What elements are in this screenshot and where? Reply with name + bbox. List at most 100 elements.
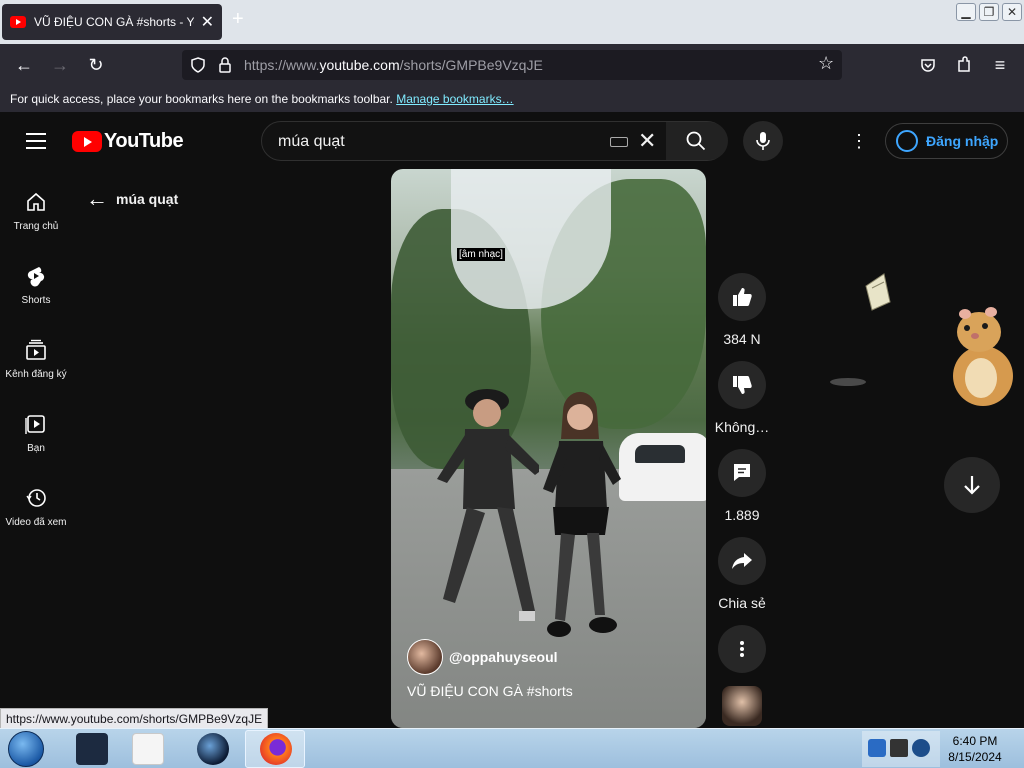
voice-search-button[interactable] xyxy=(743,121,783,161)
guide-menu-icon[interactable] xyxy=(26,133,46,149)
video-frame-dancer xyxy=(437,389,539,621)
screen: VŨ ĐIỆU CON GÀ #shorts - YouTube ✕ + ▁ ❐… xyxy=(0,0,1024,768)
channel-avatar[interactable] xyxy=(407,639,443,675)
rail-item-subscriptions[interactable]: Kênh đăng ký xyxy=(0,318,72,388)
url-text[interactable]: https://www.youtube.com/shorts/GMPBe9Vzq… xyxy=(244,57,543,73)
channel-row[interactable]: @oppahuyseoul xyxy=(407,639,558,675)
you-icon xyxy=(25,415,45,434)
bookmark-star-icon[interactable]: ☆ xyxy=(818,53,834,74)
clear-search-icon[interactable]: ✕ xyxy=(638,128,656,154)
minimize-icon[interactable]: ▁ xyxy=(956,3,976,21)
address-bar[interactable]: https://www.youtube.com/shorts/GMPBe9Vzq… xyxy=(182,50,842,80)
share-label: Chia sẻ xyxy=(718,595,766,611)
more-circle[interactable] xyxy=(718,625,766,673)
tablet-app-icon[interactable] xyxy=(76,733,108,765)
windows-taskbar: 6:40 PM 8/15/2024 xyxy=(0,728,1024,768)
rail-label: Trang chủ xyxy=(13,221,59,232)
signin-button[interactable]: Đăng nhập xyxy=(885,123,1008,159)
back-to-search[interactable]: ← múa quạt xyxy=(86,186,178,212)
share-icon xyxy=(732,553,752,569)
bookmarks-hint: For quick access, place your bookmarks h… xyxy=(10,92,393,106)
search-box[interactable]: múa quạt ✕ xyxy=(261,121,728,161)
channel-name[interactable]: @oppahuyseoul xyxy=(449,649,558,665)
back-arrow-icon[interactable]: ← xyxy=(13,54,35,76)
like-count: 384 N xyxy=(723,331,761,347)
gadget-shadow xyxy=(830,378,866,386)
rail-item-history[interactable]: Video đã xem xyxy=(0,466,72,536)
forward-arrow-icon[interactable]: → xyxy=(49,54,71,76)
comments-circle[interactable] xyxy=(718,449,766,497)
lock-icon[interactable] xyxy=(218,57,232,73)
video-title[interactable]: VŨ ĐIỆU CON GÀ #shorts xyxy=(407,683,573,699)
search-button[interactable] xyxy=(666,122,728,160)
tray-app-icon[interactable] xyxy=(868,739,886,757)
media-player-icon[interactable] xyxy=(132,733,164,765)
comment-count: 1.889 xyxy=(724,507,760,523)
dislike-button[interactable]: Không… xyxy=(715,361,769,435)
account-icon xyxy=(896,130,918,152)
history-icon xyxy=(26,489,46,507)
shorts-video-player[interactable]: [âm nhạc] @oppahuyseoul VŨ ĐIỆU CON GÀ #… xyxy=(391,169,706,728)
share-circle[interactable] xyxy=(718,537,766,585)
video-frame-dancer xyxy=(543,391,621,637)
share-button[interactable]: Chia sẻ xyxy=(718,537,766,611)
rail-item-you[interactable]: Bạn xyxy=(0,392,72,462)
globe-app-icon[interactable] xyxy=(197,733,229,765)
subscriptions-icon xyxy=(26,339,46,360)
rail-label: Kênh đăng ký xyxy=(5,369,67,380)
next-short-button[interactable] xyxy=(944,457,1000,513)
restore-icon[interactable]: ❐ xyxy=(979,3,999,21)
rail-label: Bạn xyxy=(27,443,45,454)
extensions-icon[interactable] xyxy=(956,56,972,74)
search-icon xyxy=(686,131,706,151)
shield-icon[interactable] xyxy=(190,57,206,73)
reload-icon[interactable]: ↻ xyxy=(85,54,107,76)
tray-network-icon[interactable] xyxy=(912,739,930,757)
more-vert-icon xyxy=(740,641,744,657)
shorts-icon xyxy=(27,267,45,287)
dislike-circle[interactable] xyxy=(718,361,766,409)
close-tab-icon[interactable]: ✕ xyxy=(201,12,214,32)
microphone-icon xyxy=(756,132,770,150)
dislike-label: Không… xyxy=(714,419,770,435)
rail-item-home[interactable]: Trang chủ xyxy=(0,170,72,240)
firefox-icon xyxy=(260,733,292,765)
clock-time: 6:40 PM xyxy=(952,734,998,748)
thumbs-up-icon xyxy=(733,288,752,306)
rail-item-shorts[interactable]: Shorts xyxy=(0,244,72,314)
sound-thumbnail[interactable] xyxy=(722,686,762,726)
keyboard-icon[interactable] xyxy=(610,137,628,147)
arrow-down-icon xyxy=(964,476,980,495)
link-status-bar: https://www.youtube.com/shorts/GMPBe9Vzq… xyxy=(0,708,269,730)
tab-title: VŨ ĐIỆU CON GÀ #shorts - YouTube xyxy=(34,15,194,29)
comments-button[interactable]: 1.889 xyxy=(718,449,766,523)
rail-label: Video đã xem xyxy=(5,517,67,528)
pocket-icon[interactable] xyxy=(920,57,936,73)
back-arrow-icon[interactable]: ← xyxy=(86,186,108,212)
like-circle[interactable] xyxy=(718,273,766,321)
youtube-logo[interactable]: YouTube xyxy=(72,130,184,153)
search-input[interactable]: múa quạt xyxy=(278,133,345,151)
close-window-icon[interactable]: ✕ xyxy=(1002,3,1022,21)
new-tab-button[interactable]: + xyxy=(232,8,244,31)
like-button[interactable]: 384 N xyxy=(718,273,766,347)
more-actions-button[interactable] xyxy=(718,625,766,673)
hamster-pet-icon xyxy=(953,307,1013,406)
browser-tab[interactable]: VŨ ĐIỆU CON GÀ #shorts - YouTube ✕ xyxy=(2,4,222,40)
start-button[interactable] xyxy=(8,731,44,767)
video-frame-car xyxy=(619,433,706,501)
menu-icon[interactable]: ≡ xyxy=(989,54,1011,76)
browser-tab-strip: VŨ ĐIỆU CON GÀ #shorts - YouTube ✕ + ▁ ❐… xyxy=(0,0,1024,44)
paper-note-icon xyxy=(865,273,891,311)
logo-text: YouTube xyxy=(104,130,184,152)
firefox-taskbar-button[interactable] xyxy=(245,730,305,768)
manage-bookmarks-link[interactable]: Manage bookmarks… xyxy=(396,92,513,106)
thumbs-down-icon xyxy=(733,376,752,394)
taskbar-clock[interactable]: 6:40 PM 8/15/2024 xyxy=(940,733,1010,765)
tray-monitor-icon[interactable] xyxy=(890,739,908,757)
youtube-play-icon xyxy=(72,131,102,152)
youtube-favicon-icon xyxy=(10,16,26,28)
settings-more-icon[interactable]: ⋮ xyxy=(850,131,868,151)
clock-date: 8/15/2024 xyxy=(948,750,1002,764)
system-tray[interactable] xyxy=(862,731,940,767)
